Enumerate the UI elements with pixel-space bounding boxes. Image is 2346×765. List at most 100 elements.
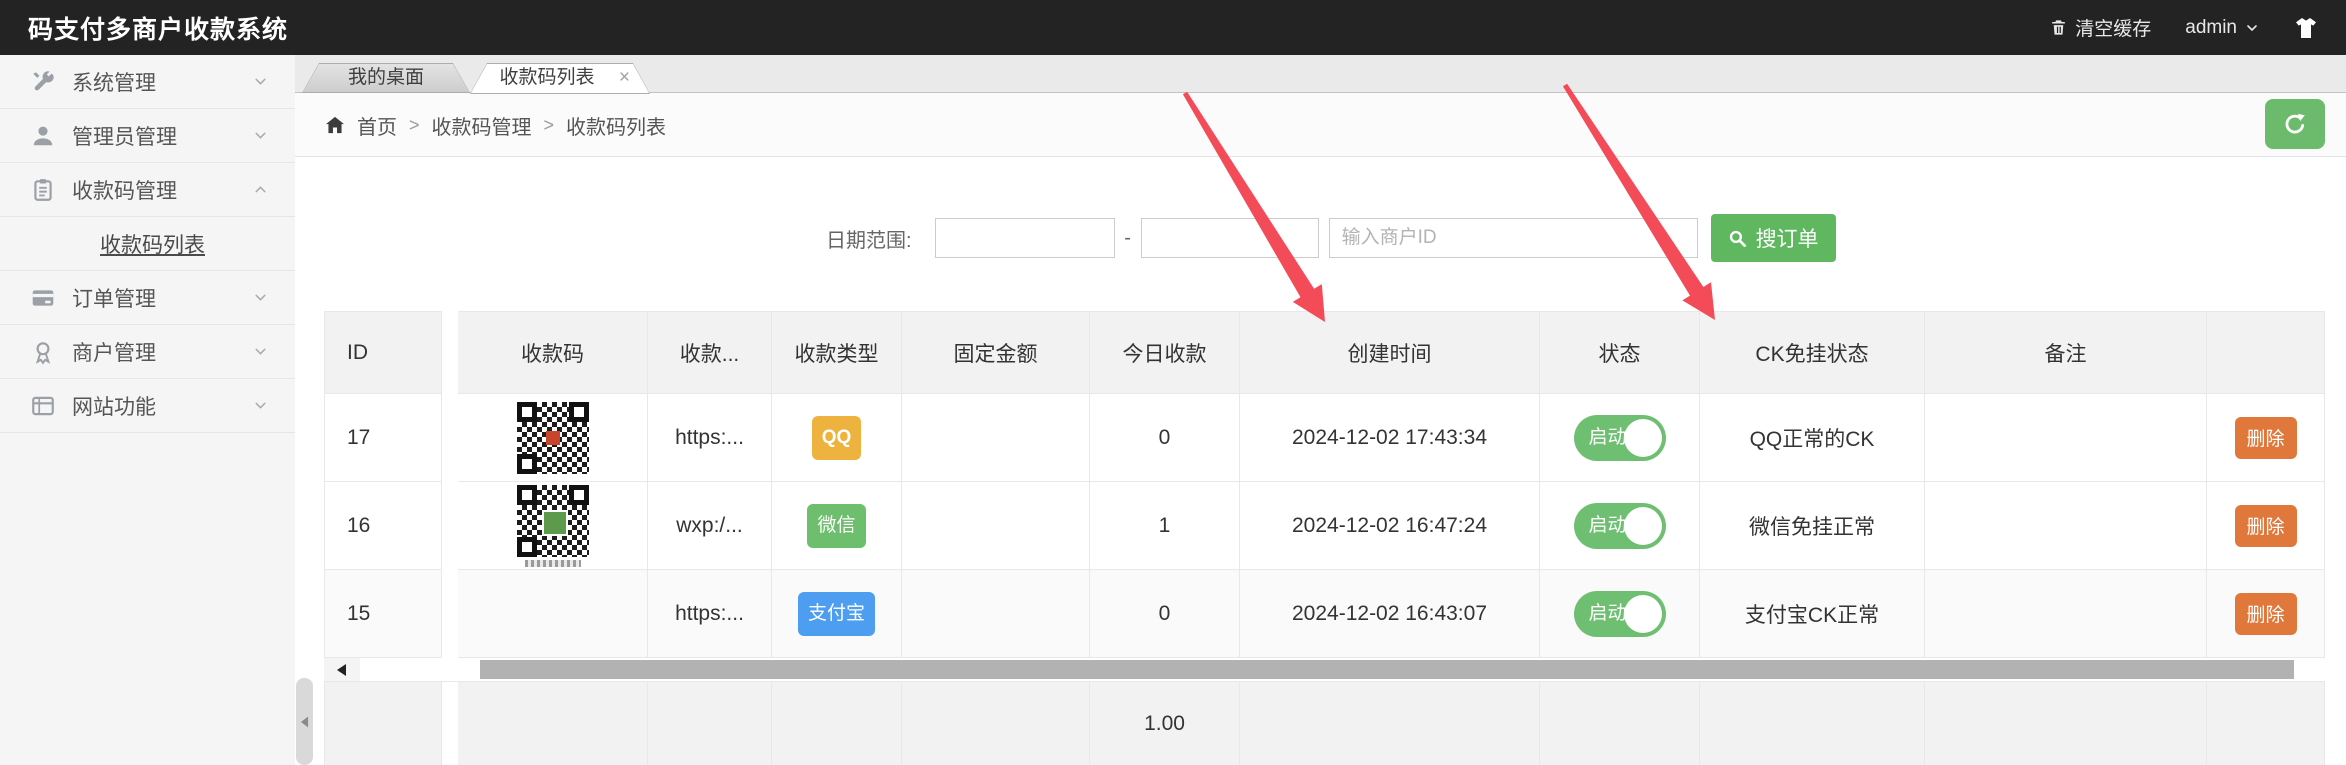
cell-ck-status: 微信免挂正常 bbox=[1700, 482, 1925, 570]
topbar-actions: 清空缓存 admin bbox=[2049, 14, 2318, 41]
sidebar-item-label: 网站功能 bbox=[72, 391, 156, 421]
type-badge-alipay: 支付宝 bbox=[798, 592, 875, 636]
column-header-today[interactable]: 今日收款 bbox=[1090, 311, 1240, 394]
date-range-label: 日期范围: bbox=[826, 224, 912, 253]
cell-fixed-amount bbox=[902, 394, 1090, 482]
summary-actions bbox=[2207, 682, 2325, 765]
breadcrumb: 首页 > 收款码管理 > 收款码列表 bbox=[325, 93, 666, 157]
sidebar-item-admins[interactable]: 管理员管理 bbox=[0, 109, 295, 163]
qr-code-image[interactable] bbox=[517, 485, 589, 557]
sidebar-menu: 系统管理 管理员管理 bbox=[0, 55, 295, 433]
qrcode-table: ID 收款码 收款... 收款类型 固定金额 今日收款 创建时间 状态 CK免挂… bbox=[324, 311, 2325, 765]
summary-url bbox=[648, 682, 772, 765]
scroll-left-button[interactable] bbox=[324, 658, 360, 681]
theme-button[interactable] bbox=[2294, 17, 2318, 39]
summary-ck-status bbox=[1700, 682, 1925, 765]
chevron-down-icon bbox=[252, 343, 269, 360]
clear-cache-label: 清空缓存 bbox=[2075, 14, 2151, 41]
cell-status: 启动 bbox=[1540, 570, 1700, 658]
tab-qrcode-list[interactable]: 收款码列表 × bbox=[470, 63, 650, 94]
cell-url: https:... bbox=[648, 394, 772, 482]
refresh-button[interactable] bbox=[2265, 99, 2325, 149]
cell-id: 17 bbox=[324, 394, 442, 482]
sidebar-item-system[interactable]: 系统管理 bbox=[0, 55, 295, 109]
breadcrumb-separator: > bbox=[409, 115, 420, 136]
chevron-up-icon bbox=[252, 181, 269, 198]
toggle-knob bbox=[1624, 419, 1662, 457]
status-toggle[interactable]: 启动 bbox=[1574, 415, 1666, 461]
sidebar-item-qrcodes[interactable]: 收款码管理 bbox=[0, 163, 295, 217]
toggle-knob bbox=[1624, 595, 1662, 633]
close-icon[interactable]: × bbox=[619, 63, 630, 93]
chevron-down-icon bbox=[252, 289, 269, 306]
scrollbar-thumb[interactable] bbox=[480, 660, 2294, 679]
merchant-id-input[interactable] bbox=[1329, 218, 1698, 258]
home-icon bbox=[325, 116, 345, 134]
tab-my-desktop[interactable]: 我的桌面 bbox=[302, 63, 470, 93]
user-menu[interactable]: admin bbox=[2185, 17, 2260, 39]
browser-icon bbox=[30, 393, 56, 419]
tools-icon bbox=[30, 69, 56, 95]
sidebar-collapse-handle[interactable] bbox=[296, 678, 313, 765]
search-order-button[interactable]: 搜订单 bbox=[1711, 214, 1836, 262]
column-header-remark[interactable]: 备注 bbox=[1925, 311, 2207, 394]
sidebar-item-merchants[interactable]: 商户管理 bbox=[0, 325, 295, 379]
date-start-input[interactable] bbox=[935, 218, 1115, 258]
sidebar-item-label: 管理员管理 bbox=[72, 121, 177, 151]
column-header-status[interactable]: 状态 bbox=[1540, 311, 1700, 394]
breadcrumb-separator: > bbox=[544, 115, 555, 136]
status-toggle[interactable]: 启动 bbox=[1574, 503, 1666, 549]
status-toggle[interactable]: 启动 bbox=[1574, 591, 1666, 637]
cell-today: 0 bbox=[1090, 394, 1240, 482]
tshirt-icon bbox=[2294, 17, 2318, 39]
search-icon bbox=[1728, 229, 1747, 248]
summary-today-total: 1.00 bbox=[1090, 682, 1240, 765]
refresh-icon bbox=[2281, 110, 2309, 138]
column-header-url[interactable]: 收款... bbox=[648, 311, 772, 394]
column-header-id[interactable]: ID bbox=[324, 311, 442, 394]
column-header-ck-status[interactable]: CK免挂状态 bbox=[1700, 311, 1925, 394]
cell-ck-status: 支付宝CK正常 bbox=[1700, 570, 1925, 658]
sidebar-item-website[interactable]: 网站功能 bbox=[0, 379, 295, 433]
summary-created bbox=[1240, 682, 1540, 765]
breadcrumb-qrcode-manage[interactable]: 收款码管理 bbox=[432, 111, 532, 140]
delete-button[interactable]: 删除 bbox=[2235, 505, 2297, 547]
column-header-type[interactable]: 收款类型 bbox=[772, 311, 902, 394]
cell-remark bbox=[1925, 570, 2207, 658]
chevron-down-icon bbox=[2244, 20, 2260, 36]
toggle-label: 启动 bbox=[1589, 415, 1627, 461]
chevron-down-icon bbox=[252, 397, 269, 414]
search-toolbar: 日期范围: - 搜订单 bbox=[826, 214, 1836, 262]
delete-button[interactable]: 删除 bbox=[2235, 593, 2297, 635]
sidebar-item-label: 商户管理 bbox=[72, 337, 156, 367]
cell-qrcode bbox=[458, 482, 648, 570]
tab-label: 我的桌面 bbox=[302, 63, 470, 93]
qr-code-image[interactable] bbox=[517, 402, 589, 474]
date-end-input[interactable] bbox=[1141, 218, 1319, 258]
cell-actions: 删除 bbox=[2207, 482, 2325, 570]
medal-icon bbox=[30, 339, 56, 365]
column-header-qrcode[interactable]: 收款码 bbox=[458, 311, 648, 394]
breadcrumb-qrcode-list: 收款码列表 bbox=[566, 111, 666, 140]
toggle-label: 启动 bbox=[1589, 503, 1627, 549]
column-header-fixed-amount[interactable]: 固定金额 bbox=[902, 311, 1090, 394]
cell-ck-status: QQ正常的CK bbox=[1700, 394, 1925, 482]
clear-cache-button[interactable]: 清空缓存 bbox=[2049, 14, 2151, 41]
breadcrumb-home[interactable]: 首页 bbox=[357, 111, 397, 140]
cell-actions: 删除 bbox=[2207, 394, 2325, 482]
user-icon bbox=[30, 123, 56, 149]
column-header-created[interactable]: 创建时间 bbox=[1240, 311, 1540, 394]
sidebar-item-qrcode-list[interactable]: 收款码列表 bbox=[0, 217, 295, 271]
search-button-label: 搜订单 bbox=[1756, 223, 1819, 253]
scroll-left-arrow-icon bbox=[337, 664, 347, 676]
chevron-down-icon bbox=[252, 73, 269, 90]
summary-id bbox=[324, 682, 442, 765]
cell-fixed-amount bbox=[902, 482, 1090, 570]
sidebar-item-orders[interactable]: 订单管理 bbox=[0, 271, 295, 325]
cell-today: 0 bbox=[1090, 570, 1240, 658]
user-name: admin bbox=[2185, 17, 2237, 39]
type-badge-qq: QQ bbox=[812, 416, 862, 460]
delete-button[interactable]: 删除 bbox=[2235, 417, 2297, 459]
cell-type: 微信 bbox=[772, 482, 902, 570]
type-badge-wechat: 微信 bbox=[807, 504, 865, 548]
